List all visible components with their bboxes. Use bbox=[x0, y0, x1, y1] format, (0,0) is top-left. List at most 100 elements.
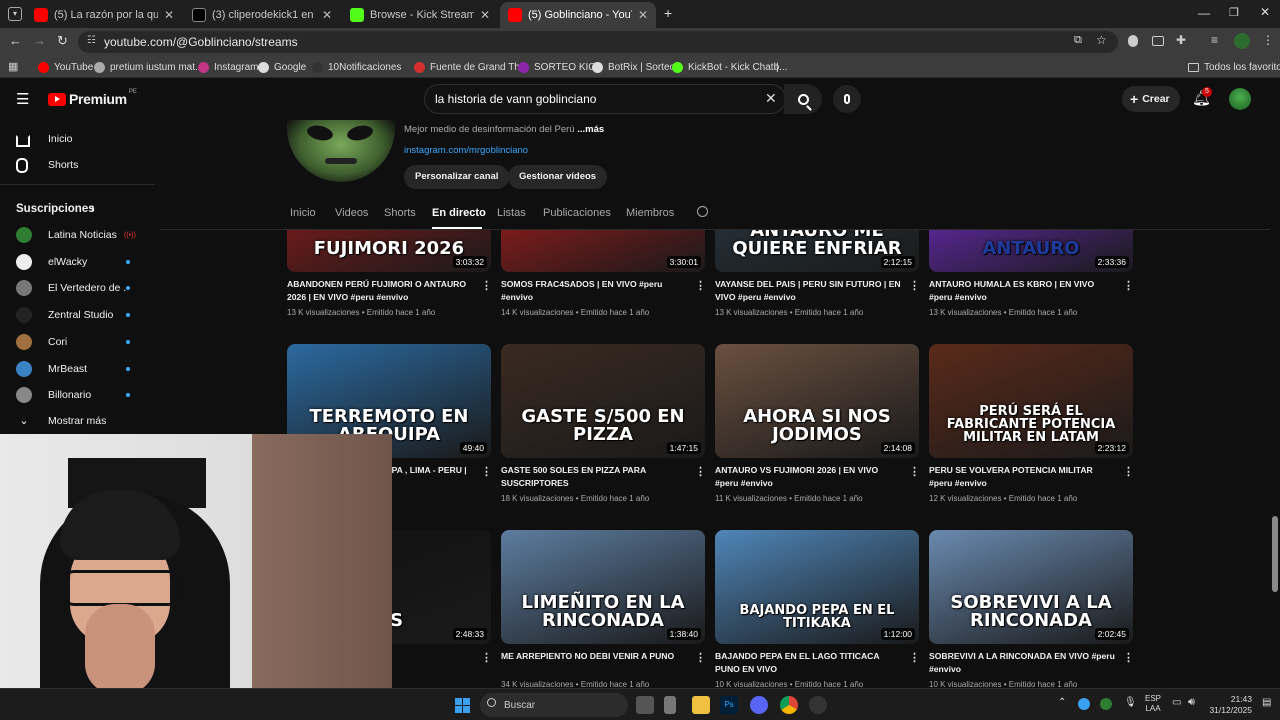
customize-channel-button[interactable]: Personalizar canal bbox=[404, 165, 510, 189]
video-thumbnail[interactable]: ANTAURO ME QUIERE ENFRIAR 2:12:15 bbox=[715, 230, 919, 272]
notification-center-icon[interactable]: ▤ bbox=[1262, 697, 1271, 708]
tab-close-icon[interactable]: ✕ bbox=[164, 8, 174, 22]
more-link[interactable]: ...más bbox=[577, 124, 604, 135]
obs-icon[interactable] bbox=[809, 696, 827, 714]
video-thumbnail[interactable]: 3:30:01 bbox=[501, 230, 705, 272]
browser-tab[interactable]: (5) La razón por la que en Core ✕ bbox=[26, 2, 182, 28]
start-button[interactable] bbox=[455, 698, 470, 713]
manage-videos-button[interactable]: Gestionar vídeos bbox=[508, 165, 608, 189]
video-title[interactable]: PERU SE VOLVERA POTENCIA MILITAR #peru #… bbox=[929, 464, 1115, 490]
video-menu-kebab-icon[interactable]: ⋮ bbox=[481, 651, 492, 664]
video-menu-kebab-icon[interactable]: ⋮ bbox=[481, 465, 492, 478]
sidebar-item-shorts[interactable]: Shorts bbox=[0, 152, 155, 178]
close-window-icon[interactable]: ✕ bbox=[1260, 5, 1270, 19]
video-thumbnail[interactable]: GASTE S/500 EN PIZZA 1:47:15 bbox=[501, 344, 705, 458]
channel-tab[interactable]: Videos bbox=[335, 207, 368, 219]
extension-icon[interactable] bbox=[1128, 35, 1138, 47]
bookmark-star-icon[interactable]: ☆ bbox=[1096, 33, 1107, 47]
volume-icon[interactable]: 🔊︎ bbox=[1188, 696, 1195, 709]
chrome-icon[interactable] bbox=[780, 696, 798, 714]
video-card[interactable]: SOBREVIVI A LA RINCONADA 2:02:45 SOBREVIVI… bbox=[929, 530, 1134, 688]
video-menu-kebab-icon[interactable]: ⋮ bbox=[695, 279, 706, 292]
video-title[interactable]: SOBREVIVI A LA RINCONADA EN VIVO #peru #… bbox=[929, 650, 1115, 676]
minimize-icon[interactable]: — bbox=[1198, 6, 1210, 20]
cast-icon[interactable]: ⧉ bbox=[1074, 34, 1082, 47]
network-icon[interactable]: ▭ bbox=[1172, 697, 1181, 708]
extension-icon[interactable] bbox=[1152, 36, 1164, 46]
browser-tab[interactable]: (5) Goblinciano - YouTube ✕ bbox=[500, 2, 656, 28]
video-card[interactable]: PERÚ SERÁ EL FABRICANTE POTENCIA MILITAR… bbox=[929, 344, 1134, 524]
search-button[interactable] bbox=[784, 84, 822, 114]
tray-overflow-icon[interactable]: ⌃ bbox=[1058, 697, 1066, 708]
bookmark-item[interactable]: pretium iustum mat... bbox=[94, 59, 203, 75]
video-card[interactable]: BAJANDO PEPA EN EL TITIKAKA 1:12:00 BAJAND… bbox=[715, 530, 920, 688]
all-bookmarks-folder[interactable]: Todos los favoritos bbox=[1188, 59, 1280, 75]
forward-icon[interactable]: → bbox=[33, 33, 46, 48]
bookmark-item[interactable]: KickBot - Kick Chatb... bbox=[672, 59, 787, 75]
tab-close-icon[interactable]: ✕ bbox=[638, 8, 648, 22]
video-title[interactable]: GASTE 500 SOLES EN PIZZA PARA SUSCRIPTOR… bbox=[501, 464, 687, 490]
yt-logo[interactable]: Premium PE bbox=[48, 89, 137, 107]
bookmark-item[interactable]: Instagram bbox=[198, 59, 258, 75]
reading-list-icon[interactable]: ≡ bbox=[1211, 33, 1218, 47]
video-card[interactable]: FUJIMORI 2026 3:03:32 ABANDONEN PERÚ FUJIM… bbox=[287, 230, 492, 338]
address-bar[interactable]: ☷ youtube.com/@Goblinciano/streams ⧉ ☆ bbox=[78, 31, 1118, 53]
video-thumbnail[interactable]: LIMEÑITO EN LA RINCONADA 1:38:40 bbox=[501, 530, 705, 644]
channel-tab[interactable]: Publicaciones bbox=[543, 207, 611, 219]
bookmark-item[interactable]: | bbox=[776, 59, 779, 75]
bookmark-item[interactable]: 10Notificaciones bbox=[312, 59, 401, 75]
video-title[interactable]: BAJANDO PEPA EN EL LAGO TITICACA PUNO EN… bbox=[715, 650, 901, 676]
file-explorer-icon[interactable] bbox=[692, 696, 710, 714]
channel-tab[interactable]: Miembros bbox=[626, 207, 674, 219]
bookmark-item[interactable]: SORTEO KICK bbox=[518, 59, 602, 75]
search-input[interactable]: la historia de vann goblinciano ✕ bbox=[424, 84, 786, 114]
video-menu-kebab-icon[interactable]: ⋮ bbox=[1123, 279, 1134, 292]
extensions-puzzle-icon[interactable]: ✚ bbox=[1176, 33, 1186, 47]
microphone-tray-icon[interactable]: 🎙︎ bbox=[1124, 697, 1137, 708]
photoshop-icon[interactable]: Ps bbox=[720, 696, 738, 714]
video-menu-kebab-icon[interactable]: ⋮ bbox=[1123, 651, 1134, 664]
video-title[interactable]: ME ARREPIENTO NO DEBI VENIR A PUNO bbox=[501, 650, 687, 663]
voice-search-button[interactable] bbox=[833, 85, 861, 113]
video-card[interactable]: AHORA SI NOS JODIMOS 2:14:08 ANTAURO VS FU… bbox=[715, 344, 920, 524]
video-menu-kebab-icon[interactable]: ⋮ bbox=[481, 279, 492, 292]
video-thumbnail[interactable]: AHORA SI NOS JODIMOS 2:14:08 bbox=[715, 344, 919, 458]
profile-avatar[interactable] bbox=[1234, 33, 1250, 49]
video-thumbnail[interactable]: PERÚ SERÁ EL FABRICANTE POTENCIA MILITAR… bbox=[929, 344, 1133, 458]
clock[interactable]: 21:43 31/12/2025 bbox=[1208, 694, 1252, 716]
apps-grid-icon[interactable]: ▦ bbox=[8, 60, 18, 73]
channel-description[interactable]: Mejor medio de desinformación del Perú .… bbox=[404, 124, 604, 135]
video-title[interactable]: VAYANSE DEL PAIS | PERU SIN FUTURO | EN … bbox=[715, 278, 901, 304]
create-button[interactable]: + Crear bbox=[1122, 86, 1180, 112]
new-tab-button[interactable]: + bbox=[664, 5, 672, 21]
hamburger-menu-icon[interactable]: ☰ bbox=[16, 90, 29, 108]
back-icon[interactable]: ← bbox=[9, 33, 22, 48]
tab-close-icon[interactable]: ✕ bbox=[322, 8, 332, 22]
video-menu-kebab-icon[interactable]: ⋮ bbox=[909, 465, 920, 478]
video-card[interactable]: 3:30:01 SOMOS FRAC4SADOS | EN VIVO #peru … bbox=[501, 230, 706, 338]
restore-icon[interactable]: ❐ bbox=[1229, 6, 1239, 19]
video-thumbnail[interactable]: SOBREVIVI A LA RINCONADA 2:02:45 bbox=[929, 530, 1133, 644]
video-title[interactable]: ANTAURO HUMALA ES KBRO | EN VIVO #peru #… bbox=[929, 278, 1115, 304]
video-title[interactable]: SOMOS FRAC4SADOS | EN VIVO #peru #envivo bbox=[501, 278, 687, 304]
bookmark-item[interactable]: Fuente de Grand Th... bbox=[414, 59, 528, 75]
reload-icon[interactable]: ↻ bbox=[57, 33, 68, 49]
tray-app-icon[interactable] bbox=[1100, 698, 1112, 710]
video-menu-kebab-icon[interactable]: ⋮ bbox=[1123, 465, 1134, 478]
video-title[interactable]: ABANDONEN PERÚ FUJIMORI O ANTAURO 2026 |… bbox=[287, 278, 473, 304]
video-card[interactable]: LIMEÑITO EN LA RINCONADA 1:38:40 ME ARREPI… bbox=[501, 530, 706, 688]
subscriptions-header[interactable]: Suscripciones › bbox=[0, 196, 155, 222]
tab-close-icon[interactable]: ✕ bbox=[480, 8, 490, 22]
video-thumbnail[interactable]: ANTAURO 2:33:36 bbox=[929, 230, 1133, 272]
video-menu-kebab-icon[interactable]: ⋮ bbox=[695, 465, 706, 478]
video-card[interactable]: ANTAURO 2:33:36 ANTAURO HUMALA ES KBRO | E… bbox=[929, 230, 1134, 338]
channel-tab[interactable]: Listas bbox=[497, 207, 526, 219]
sidebar-item-home[interactable]: Inicio bbox=[0, 126, 155, 152]
site-info-icon[interactable]: ☷ bbox=[87, 35, 96, 46]
video-menu-kebab-icon[interactable]: ⋮ bbox=[909, 651, 920, 664]
channel-tab[interactable]: Inicio bbox=[290, 207, 316, 219]
video-thumbnail[interactable]: FUJIMORI 2026 3:03:32 bbox=[287, 230, 491, 272]
browser-tab[interactable]: (3) cliperodekick1 en X: "El plen ✕ bbox=[184, 2, 340, 28]
account-avatar[interactable] bbox=[1229, 88, 1251, 110]
app-icon[interactable] bbox=[664, 696, 676, 714]
